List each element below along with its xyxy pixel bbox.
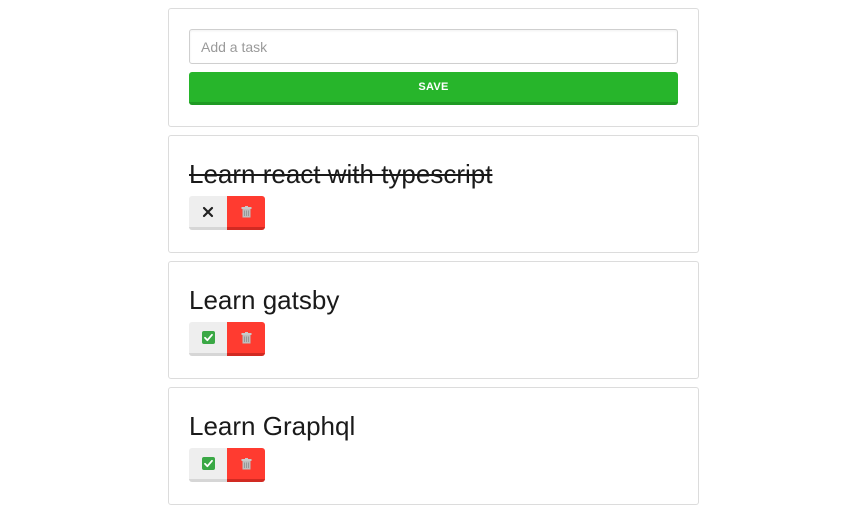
delete-button[interactable] [227,322,265,356]
trash-icon [241,205,251,217]
task-actions [189,322,678,356]
trash-icon [241,331,251,343]
check-box-icon [201,457,215,470]
close-icon [202,206,214,217]
task-title: Learn Graphql [189,411,356,441]
task-actions [189,196,678,230]
task-item: Learn gatsby [168,261,699,379]
task-input[interactable] [189,29,678,64]
delete-button[interactable] [227,448,265,482]
todo-app: SAVE Learn react with typescript Learn g… [168,8,699,513]
trash-icon [241,457,251,469]
mark-incomplete-button[interactable] [189,196,227,230]
task-item: Learn Graphql [168,387,699,505]
mark-complete-button[interactable] [189,322,227,356]
save-button[interactable]: SAVE [189,72,678,105]
mark-complete-button[interactable] [189,448,227,482]
add-task-form: SAVE [168,8,699,127]
task-title: Learn gatsby [189,285,340,315]
check-box-icon [201,331,215,344]
delete-button[interactable] [227,196,265,230]
task-title: Learn react with typescript [189,159,493,189]
task-item: Learn react with typescript [168,135,699,253]
task-actions [189,448,678,482]
